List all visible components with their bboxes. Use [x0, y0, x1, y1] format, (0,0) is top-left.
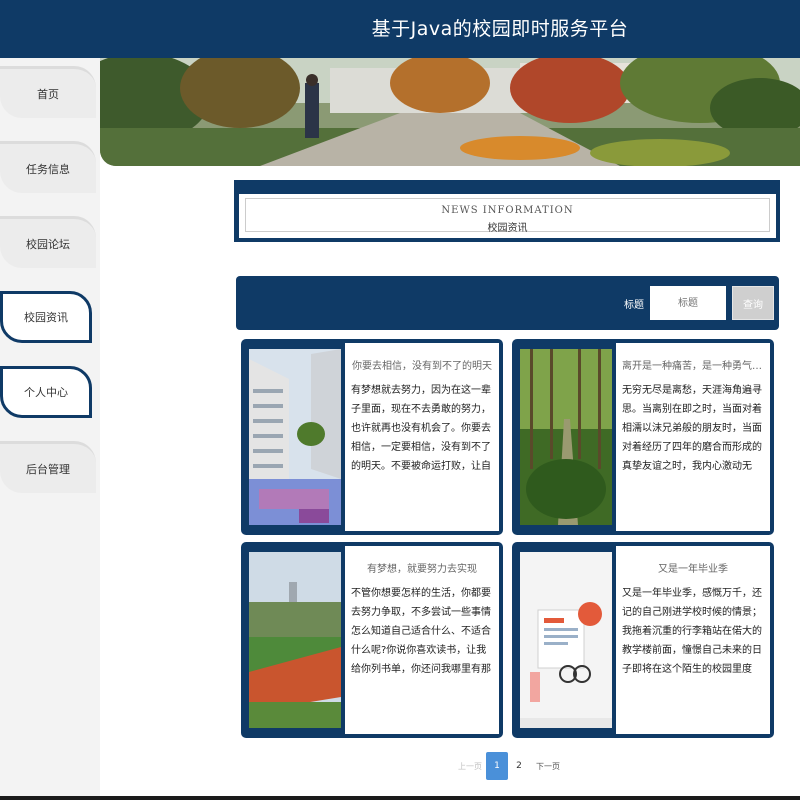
news-title[interactable]: 离开是一种痛苦，是一种勇气，但同… — [622, 357, 764, 372]
sidebar: 首页 任务信息 校园论坛 校园资讯 个人中心 后台管理 — [0, 58, 100, 800]
sidebar-item-admin[interactable]: 后台管理 — [0, 441, 96, 493]
section-heading: NEWS INFORMATION 校园资讯 — [234, 180, 780, 242]
news-title[interactable]: 有梦想，就要努力去实现 — [351, 560, 493, 575]
campus-banner-image — [100, 58, 800, 166]
news-thumbnail — [249, 552, 341, 728]
sidebar-item-profile[interactable]: 个人中心 — [0, 366, 92, 418]
sidebar-item-label: 校园论坛 — [26, 237, 70, 251]
sidebar-item-label: 校园资讯 — [24, 311, 68, 324]
search-button[interactable]: 查询 — [732, 286, 774, 320]
news-card[interactable]: 又是一年毕业季 又是一年毕业季，感慨万千，还记的自己刚进学校时候的情景；我拖着沉… — [512, 542, 774, 738]
news-thumbnail — [520, 349, 612, 525]
news-card[interactable]: 你要去相信，没有到不了的明天 有梦想就去努力，因为在这一辈子里面，现在不去勇敢的… — [241, 339, 503, 535]
search-label: 标题 — [624, 300, 644, 311]
next-page-button[interactable]: 下一页 — [536, 761, 560, 772]
page-2-button[interactable]: 2 — [508, 752, 530, 780]
news-title[interactable]: 你要去相信，没有到不了的明天 — [351, 357, 493, 372]
section-title-en: NEWS INFORMATION — [441, 205, 574, 216]
search-bar: 标题 查询 — [236, 276, 779, 330]
news-summary: 不管你想要怎样的生活，你都要去努力争取，不多尝试一些事情怎么知道自己适合什么、不… — [351, 588, 491, 675]
section-title-cn: 校园资讯 — [487, 223, 528, 234]
sidebar-item-forum[interactable]: 校园论坛 — [0, 216, 96, 268]
news-summary: 又是一年毕业季，感慨万千，还记的自己刚进学校时候的情景；我拖着沉重的行李箱站在偌… — [622, 588, 762, 675]
sidebar-item-home[interactable]: 首页 — [0, 66, 96, 118]
news-thumbnail — [520, 552, 612, 728]
sidebar-item-label: 个人中心 — [24, 386, 68, 399]
bottom-border — [0, 796, 800, 800]
header-bar: 基于Java的校园即时服务平台 — [0, 0, 800, 58]
page-1-button[interactable]: 1 — [486, 752, 508, 780]
news-summary: 有梦想就去努力，因为在这一辈子里面，现在不去勇敢的努力，也许就再也没有机会了。你… — [351, 385, 491, 472]
prev-page-button[interactable]: 上一页 — [458, 761, 482, 772]
search-input[interactable] — [650, 286, 726, 320]
sidebar-item-label: 首页 — [37, 87, 59, 101]
news-card[interactable]: 离开是一种痛苦，是一种勇气，但同… 无穷无尽是离愁，天涯海角遍寻思。当离别在即之… — [512, 339, 774, 535]
sidebar-item-label: 任务信息 — [26, 162, 70, 176]
sidebar-item-tasks[interactable]: 任务信息 — [0, 141, 96, 193]
sidebar-item-news[interactable]: 校园资讯 — [0, 291, 92, 343]
news-summary: 无穷无尽是离愁，天涯海角遍寻思。当离别在即之时，当面对着相濡以沫兄弟般的朋友时，… — [622, 385, 762, 472]
news-title[interactable]: 又是一年毕业季 — [622, 560, 764, 575]
news-thumbnail — [249, 349, 341, 525]
news-card[interactable]: 有梦想，就要努力去实现 不管你想要怎样的生活，你都要去努力争取，不多尝试一些事情… — [241, 542, 503, 738]
site-title: 基于Java的校园即时服务平台 — [371, 18, 629, 40]
sidebar-item-label: 后台管理 — [26, 462, 70, 476]
